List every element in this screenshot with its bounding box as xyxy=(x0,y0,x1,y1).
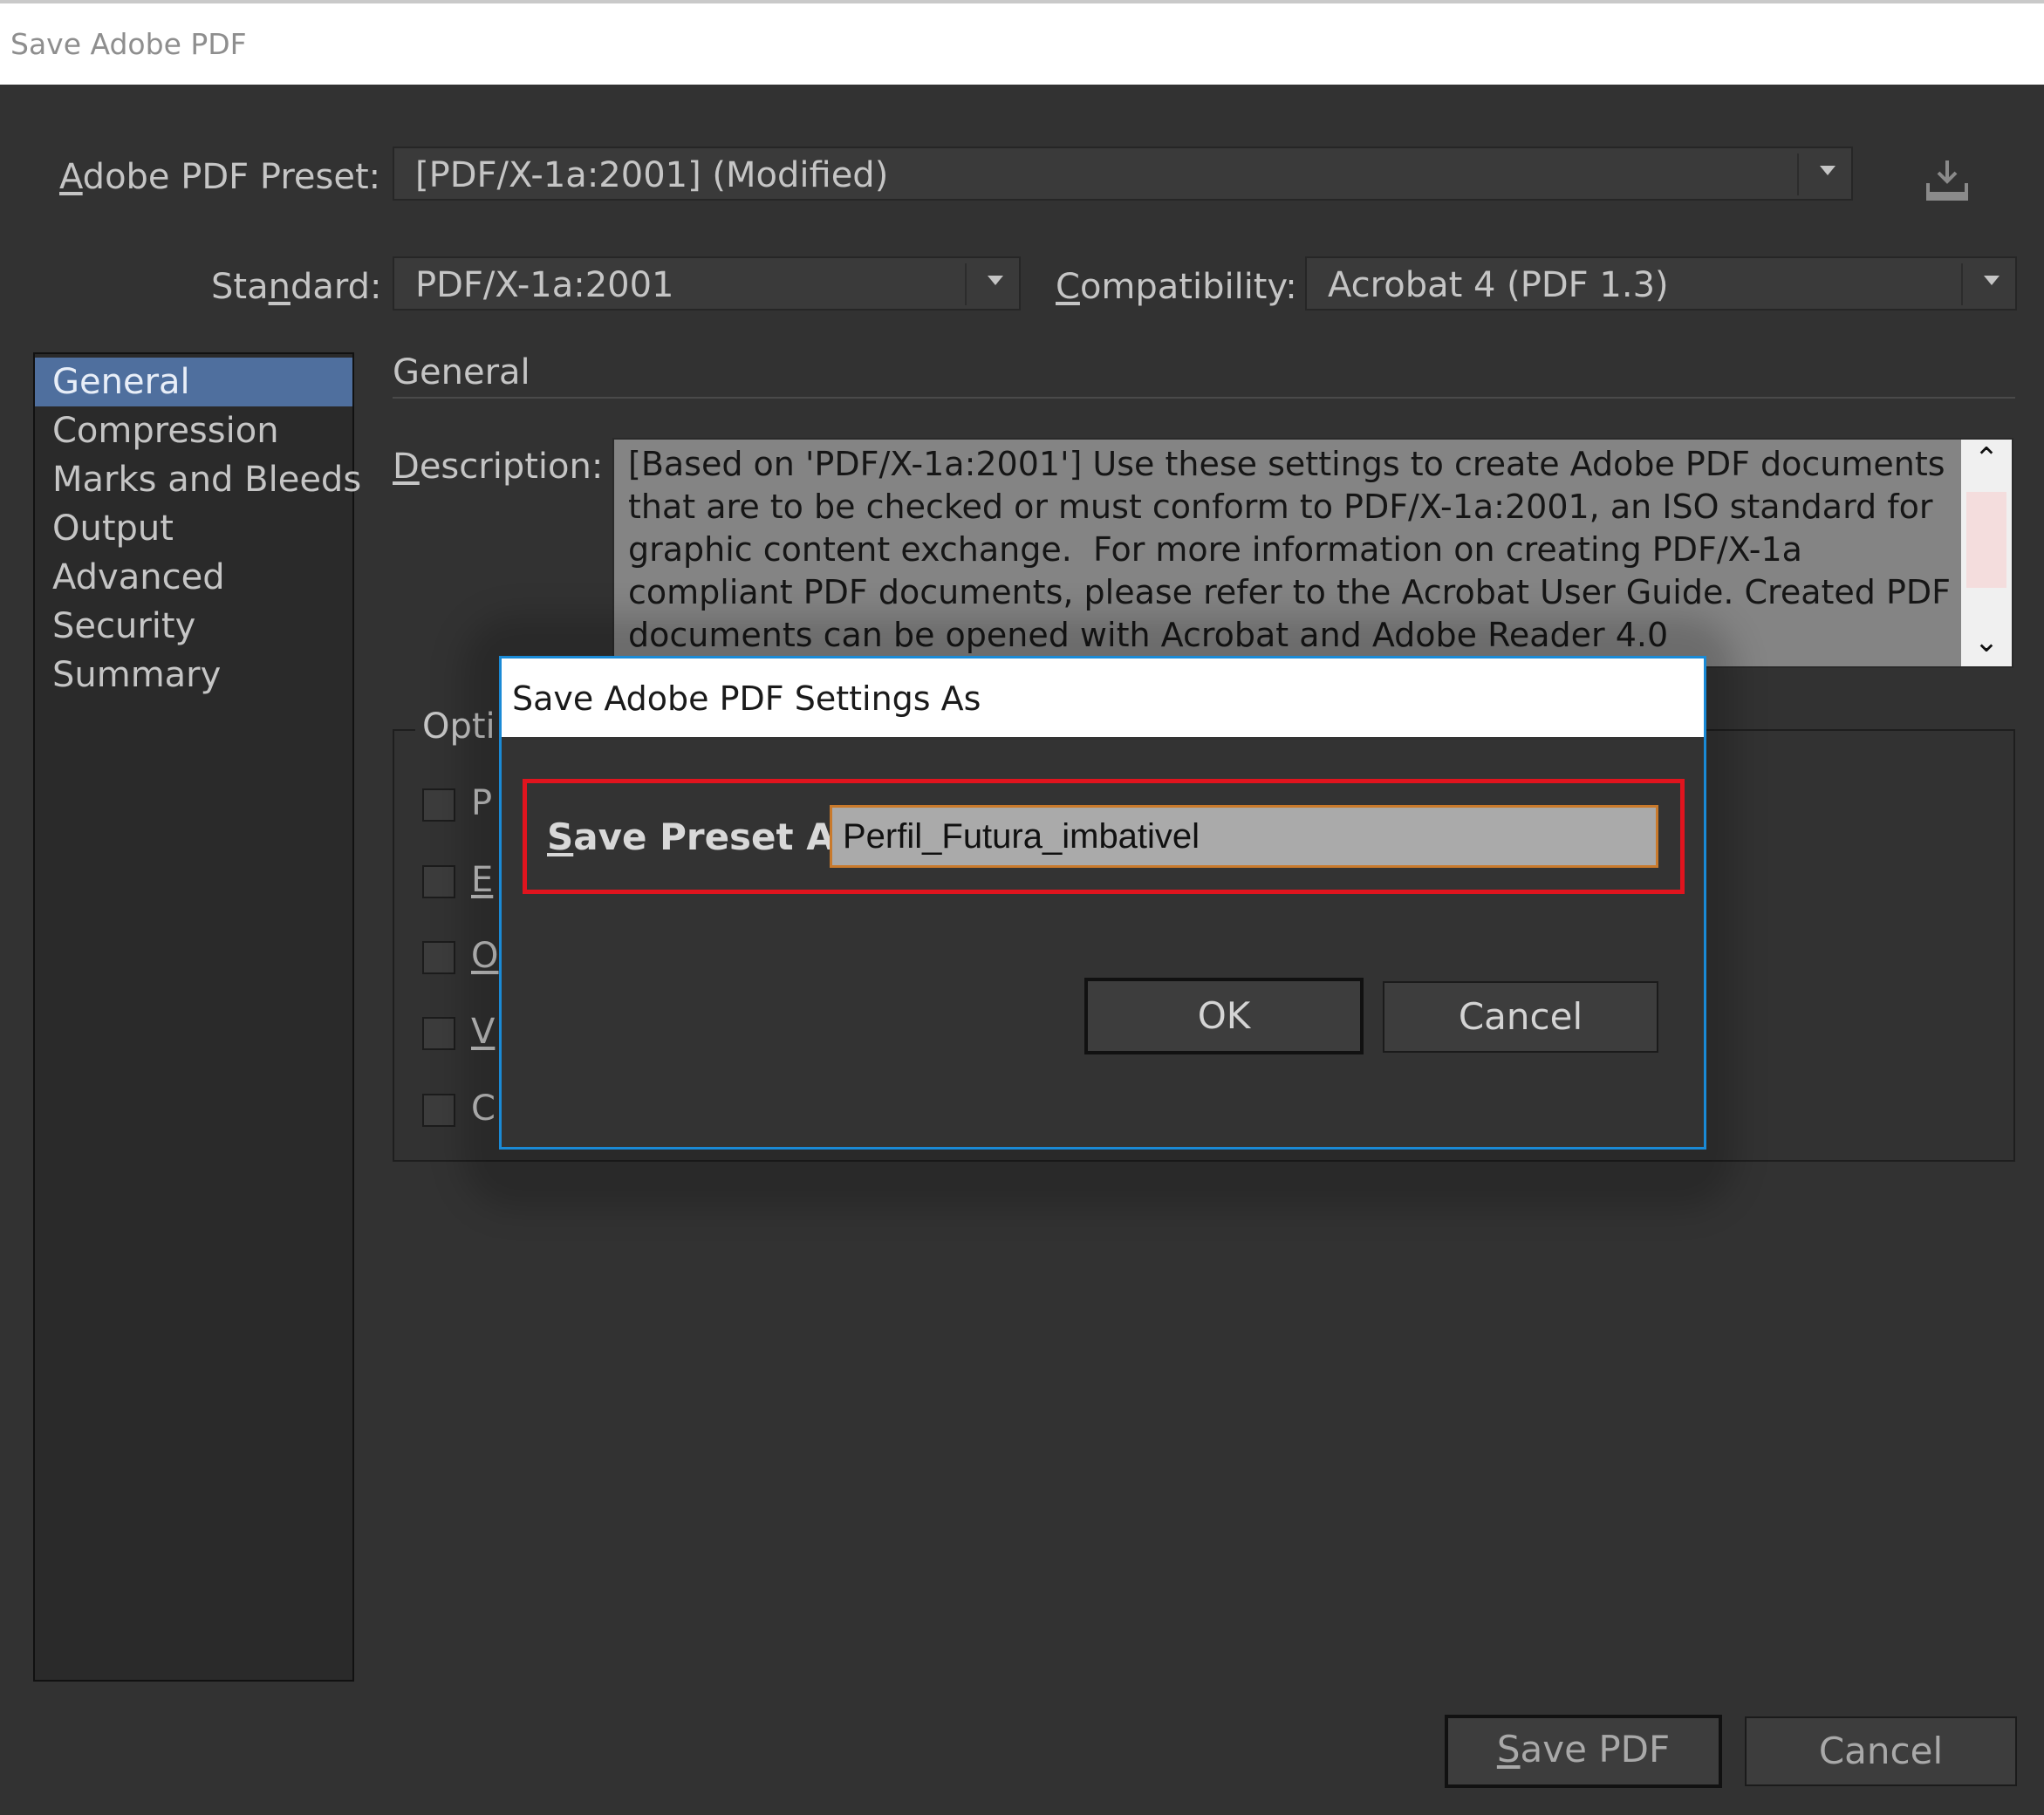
modal-title: Save Adobe PDF Settings As xyxy=(512,679,981,718)
section-title: General xyxy=(393,352,530,392)
scrollbar-thumb[interactable] xyxy=(1966,492,2006,588)
preset-dropdown[interactable]: [PDF/X-1a:2001] (Modified) xyxy=(393,147,1853,201)
category-sidebar: General Compression Marks and Bleeds Out… xyxy=(33,352,361,1682)
sidebar-item-general[interactable]: General xyxy=(35,358,352,406)
caret-down-icon xyxy=(988,276,1003,285)
compatibility-value: Acrobat 4 (PDF 1.3) xyxy=(1328,265,1669,305)
caret-down-icon xyxy=(1984,276,2000,285)
standard-value: PDF/X-1a:2001 xyxy=(415,265,674,305)
description-scrollbar[interactable]: ⌃ ⌄ xyxy=(1961,440,2012,666)
sidebar-item-compression[interactable]: Compression xyxy=(35,406,352,455)
description-label: Description: xyxy=(393,447,604,487)
save-pdf-button[interactable]: Save PDF xyxy=(1445,1715,1722,1788)
ok-button[interactable]: OK xyxy=(1084,978,1364,1054)
option-checkbox-1[interactable] xyxy=(422,788,455,822)
standard-label: Standard: xyxy=(211,267,382,307)
option-checkbox-3[interactable] xyxy=(422,941,455,974)
option-checkbox-4[interactable] xyxy=(422,1017,455,1050)
window-title: Save Adobe PDF xyxy=(10,27,247,61)
caret-down-icon xyxy=(1820,166,1835,175)
modal-cancel-button[interactable]: Cancel xyxy=(1383,981,1658,1053)
sidebar-item-output[interactable]: Output xyxy=(35,504,352,553)
save-preset-button[interactable] xyxy=(1924,159,1970,202)
preset-value: [PDF/X-1a:2001] (Modified) xyxy=(415,155,889,195)
download-tray-icon xyxy=(1926,160,1968,201)
chevron-up-icon[interactable]: ⌃ xyxy=(1961,441,2012,476)
sidebar-item-marks-and-bleeds[interactable]: Marks and Bleeds xyxy=(35,455,361,504)
sidebar-item-summary[interactable]: Summary xyxy=(35,651,352,699)
option-checkbox-5[interactable] xyxy=(422,1094,455,1127)
preset-label: Adobe PDF Preset: xyxy=(59,157,381,197)
standard-dropdown[interactable]: PDF/X-1a:2001 xyxy=(393,256,1021,310)
sidebar-item-security[interactable]: Security xyxy=(35,602,352,651)
sidebar-item-advanced[interactable]: Advanced xyxy=(35,553,352,602)
section-divider xyxy=(393,397,2015,399)
save-preset-label: Save Preset As: xyxy=(547,815,872,858)
save-settings-modal: Save Adobe PDF Settings As Save Preset A… xyxy=(499,656,1706,1150)
cancel-button[interactable]: Cancel xyxy=(1745,1716,2017,1786)
compatibility-dropdown[interactable]: Acrobat 4 (PDF 1.3) xyxy=(1305,256,2017,310)
preset-name-input[interactable] xyxy=(830,805,1658,868)
window-titlebar[interactable]: Save Adobe PDF xyxy=(0,3,2044,85)
compatibility-label: Compatibility: xyxy=(1056,267,1297,307)
modal-titlebar[interactable]: Save Adobe PDF Settings As xyxy=(502,658,1704,737)
option-checkbox-2[interactable] xyxy=(422,865,455,898)
chevron-down-icon[interactable]: ⌄ xyxy=(1961,624,2012,659)
